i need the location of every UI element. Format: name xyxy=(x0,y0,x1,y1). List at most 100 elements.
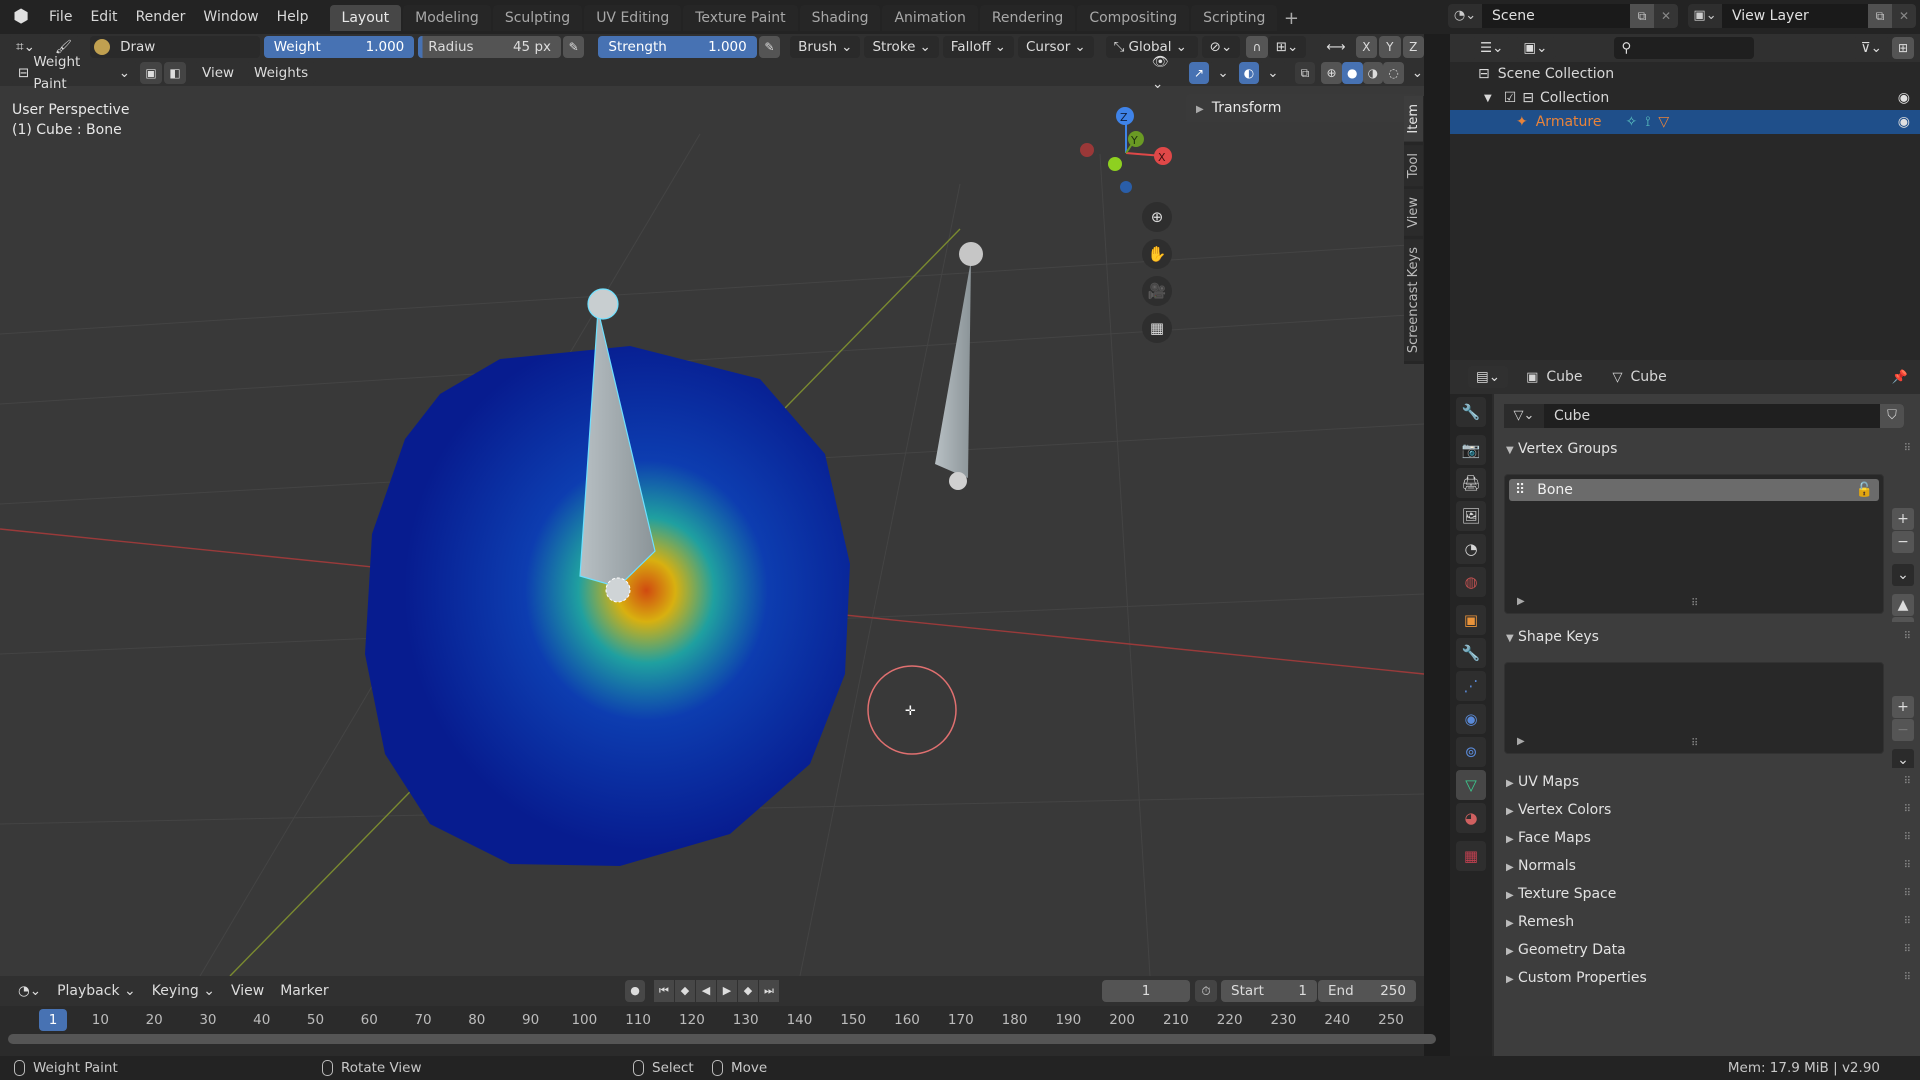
add-workspace-button[interactable]: + xyxy=(1279,7,1303,31)
overlay-toggle[interactable]: ◐ xyxy=(1238,62,1260,84)
object-tab-icon[interactable]: ▣ xyxy=(1456,605,1486,635)
radius-pressure-icon[interactable]: ✎ xyxy=(563,36,585,58)
remove-shape-key-button[interactable]: − xyxy=(1892,719,1914,741)
play-reverse-button[interactable]: ◀ xyxy=(696,980,716,1002)
stroke-dropdown[interactable]: Stroke ⌄ xyxy=(864,36,939,58)
play-button[interactable]: ▶ xyxy=(717,980,737,1002)
vertex-group-specials-button[interactable]: ⌄ xyxy=(1892,564,1914,586)
menu-weights[interactable]: Weights xyxy=(246,62,317,84)
tab-layout[interactable]: Layout xyxy=(329,5,402,31)
overlay-dropdown[interactable]: ⌄ xyxy=(1259,62,1287,84)
add-vertex-group-button[interactable]: + xyxy=(1892,508,1914,530)
tab-sculpting[interactable]: Sculpting xyxy=(492,5,583,31)
radius-field[interactable]: Radius 45 px xyxy=(418,36,561,58)
expand-icon[interactable]: ▼ xyxy=(1484,93,1492,104)
menu-view[interactable]: View xyxy=(194,62,243,84)
zoom-icon[interactable]: ⊕ xyxy=(1142,202,1172,232)
outliner-filter-view-layer[interactable]: ▣⌄ xyxy=(1515,37,1556,59)
drag-grip-icon[interactable]: ⠿ xyxy=(1904,936,1911,964)
start-frame-field[interactable]: Start 1 xyxy=(1221,980,1317,1002)
vertex-mask-toggle[interactable]: ◧ xyxy=(164,62,186,84)
drag-grip-icon[interactable]: ⠿ xyxy=(1904,768,1911,796)
panel-texture-space[interactable]: ▶ Texture Space ⠿ xyxy=(1494,880,1920,908)
menu-file[interactable]: File xyxy=(40,4,81,30)
jump-start-button[interactable]: ⏮ xyxy=(654,980,674,1002)
mirror-z-toggle[interactable]: Z xyxy=(1402,36,1424,58)
mesh-data-tab-icon[interactable]: ▽ xyxy=(1456,770,1486,800)
blender-logo-icon[interactable]: ⬢ xyxy=(10,6,32,28)
gizmo-dropdown[interactable]: ⌄ xyxy=(1209,62,1237,84)
sidebar-tab-tool[interactable]: Tool xyxy=(1404,144,1423,186)
frame-ruler[interactable]: 1 10 20 30 40 50 60 70 80 90 100 110 120 130 140 150 16… xyxy=(0,1009,1424,1031)
drag-grip-icon[interactable]: ⠿ xyxy=(1904,964,1911,992)
prev-keyframe-button[interactable]: ◆ xyxy=(675,980,695,1002)
end-frame-field[interactable]: End 250 xyxy=(1318,980,1416,1002)
tab-uv-editing[interactable]: UV Editing xyxy=(584,5,682,31)
menu-marker[interactable]: Marker xyxy=(272,983,336,999)
sidebar-tab-view[interactable]: View xyxy=(1404,188,1423,236)
scene-name[interactable]: Scene xyxy=(1482,8,1630,24)
timeline-editor-type[interactable]: ◔⌄ xyxy=(10,980,50,1002)
eye-icon[interactable]: ◉ xyxy=(1898,90,1910,106)
mesh-name[interactable]: Cube xyxy=(1554,408,1590,424)
eye-icon[interactable]: ◉ xyxy=(1898,114,1910,130)
drag-grip-icon[interactable]: ⠿ xyxy=(1904,622,1911,652)
tab-shading[interactable]: Shading xyxy=(799,5,881,31)
next-keyframe-button[interactable]: ◆ xyxy=(738,980,758,1002)
outliner-armature[interactable]: ✦ Armature ✧ ⟟ ▽ ◉ xyxy=(1450,110,1920,134)
brush-selector[interactable]: Draw xyxy=(90,36,260,58)
new-scene-button[interactable]: ⧉ xyxy=(1630,4,1654,28)
menu-help[interactable]: Help xyxy=(268,4,318,30)
cursor-dropdown[interactable]: Cursor ⌄ xyxy=(1017,36,1094,58)
shape-keys-panel-header[interactable]: ▼ Shape Keys ⠿ xyxy=(1494,622,1920,652)
snap-target-dropdown[interactable]: ⊞⌄ xyxy=(1267,36,1307,58)
outliner-collection[interactable]: ▼ ☑ ⊟ Collection ◉ xyxy=(1450,86,1920,110)
drag-grip-icon[interactable]: ⠿ xyxy=(1904,852,1911,880)
scene-tab-icon[interactable]: ◔ xyxy=(1456,534,1486,564)
fake-user-shield-icon[interactable]: ⛉ xyxy=(1880,404,1904,428)
list-filter-toggle-icon[interactable]: ▶ xyxy=(1517,736,1525,747)
shading-rendered[interactable]: ◌ xyxy=(1383,62,1404,84)
view-layer-name[interactable]: View Layer xyxy=(1722,8,1868,24)
delete-scene-button[interactable]: ✕ xyxy=(1654,4,1678,28)
outliner-search-input[interactable]: ⚲ xyxy=(1613,37,1754,59)
pose-icon[interactable]: ✧ xyxy=(1625,114,1637,130)
texture-tab-icon[interactable]: ▦ xyxy=(1456,841,1486,871)
menu-render[interactable]: Render xyxy=(127,4,195,30)
tool-tab-icon[interactable]: 🔧 xyxy=(1456,397,1486,427)
3d-viewport[interactable]: ✛ Z Y X ⌗⌄ 🖌 Draw Weight 1.000 Radius 45… xyxy=(0,34,1424,976)
tab-animation[interactable]: Animation xyxy=(882,5,978,31)
material-tab-icon[interactable]: ◕ xyxy=(1456,803,1486,833)
current-frame-indicator[interactable]: 1 xyxy=(39,1009,67,1031)
timeline-scrollbar[interactable] xyxy=(8,1034,1436,1044)
drag-grip-icon[interactable]: ⠿ xyxy=(1904,434,1911,464)
sidebar-tab-item[interactable]: Item xyxy=(1404,96,1423,142)
tab-texture-paint[interactable]: Texture Paint xyxy=(683,5,798,31)
jump-end-button[interactable]: ⏭ xyxy=(759,980,779,1002)
falloff-dropdown[interactable]: Falloff ⌄ xyxy=(942,36,1014,58)
drag-grip-icon[interactable]: ⠿ xyxy=(1904,880,1911,908)
mirror-x-toggle[interactable]: X xyxy=(1355,36,1378,58)
visibility-dropdown[interactable]: 👁⌄ xyxy=(1144,54,1187,92)
outliner-display-mode[interactable]: ☰⌄ xyxy=(1472,37,1512,59)
panel-custom-properties[interactable]: ▶ Custom Properties ⠿ xyxy=(1494,964,1920,992)
strength-pressure-icon[interactable]: ✎ xyxy=(758,36,781,58)
drag-grip-icon[interactable]: ⠿ xyxy=(1904,908,1911,936)
panel-normals[interactable]: ▶ Normals ⠿ xyxy=(1494,852,1920,880)
transform-panel-header[interactable]: ▶ Transform xyxy=(1186,94,1418,122)
view-layer-icon[interactable]: ▣⌄ xyxy=(1688,4,1722,28)
xray-toggle[interactable]: ⧉ xyxy=(1294,62,1316,84)
snap-toggle-icon[interactable]: ∩ xyxy=(1246,36,1268,58)
context-data[interactable]: Cube xyxy=(1631,369,1667,385)
panel-geometry-data[interactable]: ▶ Geometry Data ⠿ xyxy=(1494,936,1920,964)
scene-selector[interactable]: ◔⌄ Scene ⧉ ✕ xyxy=(1448,4,1678,28)
mirror-y-toggle[interactable]: Y xyxy=(1379,36,1401,58)
tab-modeling[interactable]: Modeling xyxy=(403,5,491,31)
menu-playback[interactable]: Playback ⌄ xyxy=(49,983,144,999)
pivot-dropdown[interactable]: ⊘⌄ xyxy=(1201,36,1241,58)
pan-hand-icon[interactable]: ✋ xyxy=(1142,239,1172,269)
weight-field[interactable]: Weight 1.000 xyxy=(263,36,415,58)
mirror-icon[interactable]: ⟷ xyxy=(1318,36,1354,58)
viewport-scene[interactable]: ✛ Z Y X xyxy=(0,34,1424,976)
constraints-tab-icon[interactable]: ⊚ xyxy=(1456,737,1486,767)
